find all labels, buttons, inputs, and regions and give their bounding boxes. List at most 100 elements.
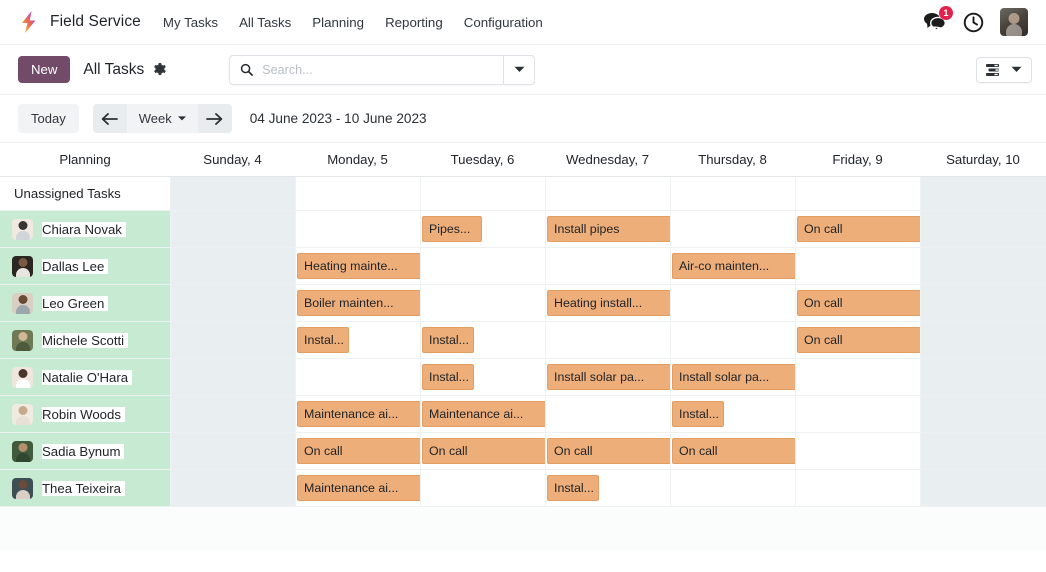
gantt-cell[interactable]: Maintenance ai...: [295, 396, 421, 432]
gantt-cell[interactable]: [920, 322, 1046, 358]
gantt-cell[interactable]: Instal...: [545, 470, 670, 506]
gantt-row-label[interactable]: Sadia Bynum: [0, 433, 170, 469]
scale-selector[interactable]: Week: [126, 104, 198, 133]
gantt-task-pill[interactable]: Instal...: [422, 364, 474, 390]
gantt-cell[interactable]: Heating mainte...: [295, 248, 421, 284]
next-period-button[interactable]: [197, 104, 232, 133]
gantt-cell[interactable]: [170, 470, 295, 506]
gantt-cell[interactable]: [920, 396, 1046, 432]
gantt-cell[interactable]: [670, 470, 795, 506]
gantt-cell[interactable]: [920, 433, 1046, 469]
gantt-task-pill[interactable]: Instal...: [672, 401, 724, 427]
search-input[interactable]: [262, 62, 494, 77]
nav-item-planning[interactable]: Planning: [312, 15, 364, 30]
gantt-cell[interactable]: Instal...: [670, 396, 795, 432]
gantt-task-pill[interactable]: Maintenance ai...: [297, 401, 421, 427]
gantt-cell[interactable]: On call: [295, 433, 421, 469]
gantt-task-pill[interactable]: Heating mainte...: [297, 253, 421, 279]
nav-item-configuration[interactable]: Configuration: [464, 15, 543, 30]
gantt-task-pill[interactable]: Instal...: [422, 327, 474, 353]
gantt-cell[interactable]: Boiler mainten...: [295, 285, 421, 321]
gantt-row-label[interactable]: Natalie O'Hara: [0, 359, 170, 395]
gantt-task-pill[interactable]: Install solar pa...: [547, 364, 671, 390]
gantt-task-pill[interactable]: Install pipes: [547, 216, 671, 242]
brand-name[interactable]: Field Service: [50, 13, 141, 31]
gantt-task-pill[interactable]: Heating install...: [547, 290, 671, 316]
gantt-cell[interactable]: [795, 359, 920, 395]
gantt-cell[interactable]: [545, 322, 670, 358]
search-field[interactable]: [230, 55, 505, 84]
gantt-task-pill[interactable]: On call: [422, 438, 546, 464]
gantt-task-pill[interactable]: On call: [547, 438, 671, 464]
gantt-row-label[interactable]: Thea Teixeira: [0, 470, 170, 506]
search-dropdown-toggle[interactable]: [504, 56, 534, 84]
gantt-cell[interactable]: [545, 177, 670, 210]
gantt-cell[interactable]: [920, 470, 1046, 506]
gantt-cell[interactable]: [170, 211, 295, 247]
gantt-cell[interactable]: [920, 177, 1046, 210]
today-button[interactable]: Today: [18, 104, 79, 133]
gantt-cell[interactable]: Heating install...: [545, 285, 671, 321]
user-avatar[interactable]: [1000, 8, 1028, 36]
gantt-cell[interactable]: On call: [795, 211, 921, 247]
gantt-cell[interactable]: [170, 285, 295, 321]
gantt-cell[interactable]: Instal...: [420, 359, 545, 395]
gantt-task-pill[interactable]: Maintenance ai...: [422, 401, 546, 427]
gantt-cell[interactable]: [795, 248, 920, 284]
gantt-task-pill[interactable]: Instal...: [547, 475, 599, 501]
gantt-cell[interactable]: Install solar pa...: [545, 359, 671, 395]
gantt-cell[interactable]: [795, 470, 920, 506]
gantt-cell[interactable]: [920, 359, 1046, 395]
gear-icon[interactable]: [152, 62, 167, 77]
nav-item-all-tasks[interactable]: All Tasks: [239, 15, 291, 30]
clock-icon[interactable]: [963, 12, 984, 33]
gantt-cell[interactable]: On call: [545, 433, 671, 469]
gantt-row-label[interactable]: Chiara Novak: [0, 211, 170, 247]
gantt-cell[interactable]: Install pipes: [545, 211, 671, 247]
gantt-task-pill[interactable]: On call: [672, 438, 796, 464]
gantt-row-label[interactable]: Michele Scotti: [0, 322, 170, 358]
gantt-task-pill[interactable]: Instal...: [297, 327, 349, 353]
gantt-cell[interactable]: [170, 177, 295, 210]
nav-item-my-tasks[interactable]: My Tasks: [163, 15, 218, 30]
gantt-row-label[interactable]: Dallas Lee: [0, 248, 170, 284]
gantt-cell[interactable]: [920, 211, 1046, 247]
gantt-task-pill[interactable]: Install solar pa...: [672, 364, 796, 390]
gantt-cell[interactable]: [920, 285, 1046, 321]
gantt-cell[interactable]: [420, 470, 545, 506]
gantt-cell[interactable]: [170, 248, 295, 284]
view-switcher-button[interactable]: [976, 56, 1032, 83]
gantt-cell[interactable]: [170, 322, 295, 358]
gantt-cell[interactable]: [670, 211, 795, 247]
gantt-task-pill[interactable]: On call: [797, 327, 921, 353]
gantt-cell[interactable]: On call: [420, 433, 546, 469]
gantt-cell[interactable]: [170, 396, 295, 432]
gantt-cell[interactable]: Instal...: [420, 322, 545, 358]
gantt-cell[interactable]: Pipes...: [420, 211, 545, 247]
gantt-cell[interactable]: [170, 359, 295, 395]
previous-period-button[interactable]: [92, 104, 127, 133]
gantt-task-pill[interactable]: Boiler mainten...: [297, 290, 421, 316]
gantt-cell[interactable]: [670, 285, 795, 321]
gantt-row-label-unassigned[interactable]: Unassigned Tasks: [0, 177, 170, 210]
gantt-cell[interactable]: [295, 359, 420, 395]
gantt-task-pill[interactable]: On call: [797, 290, 921, 316]
gantt-task-pill[interactable]: Air-co mainten...: [672, 253, 796, 279]
new-button[interactable]: New: [18, 55, 71, 84]
gantt-cell[interactable]: Maintenance ai...: [420, 396, 546, 432]
gantt-cell[interactable]: [295, 177, 420, 210]
gantt-cell[interactable]: [170, 433, 295, 469]
gantt-cell[interactable]: [420, 285, 545, 321]
messages-button[interactable]: 1: [923, 6, 953, 33]
gantt-cell[interactable]: [545, 248, 670, 284]
gantt-cell[interactable]: Install solar pa...: [670, 359, 796, 395]
gantt-cell[interactable]: [795, 177, 920, 210]
gantt-cell[interactable]: [295, 211, 420, 247]
gantt-task-pill[interactable]: On call: [797, 216, 921, 242]
gantt-cell[interactable]: Air-co mainten...: [670, 248, 796, 284]
gantt-cell[interactable]: [670, 177, 795, 210]
gantt-cell[interactable]: [420, 177, 545, 210]
gantt-task-pill[interactable]: Maintenance ai...: [297, 475, 421, 501]
gantt-cell[interactable]: [420, 248, 545, 284]
gantt-cell[interactable]: [795, 433, 920, 469]
